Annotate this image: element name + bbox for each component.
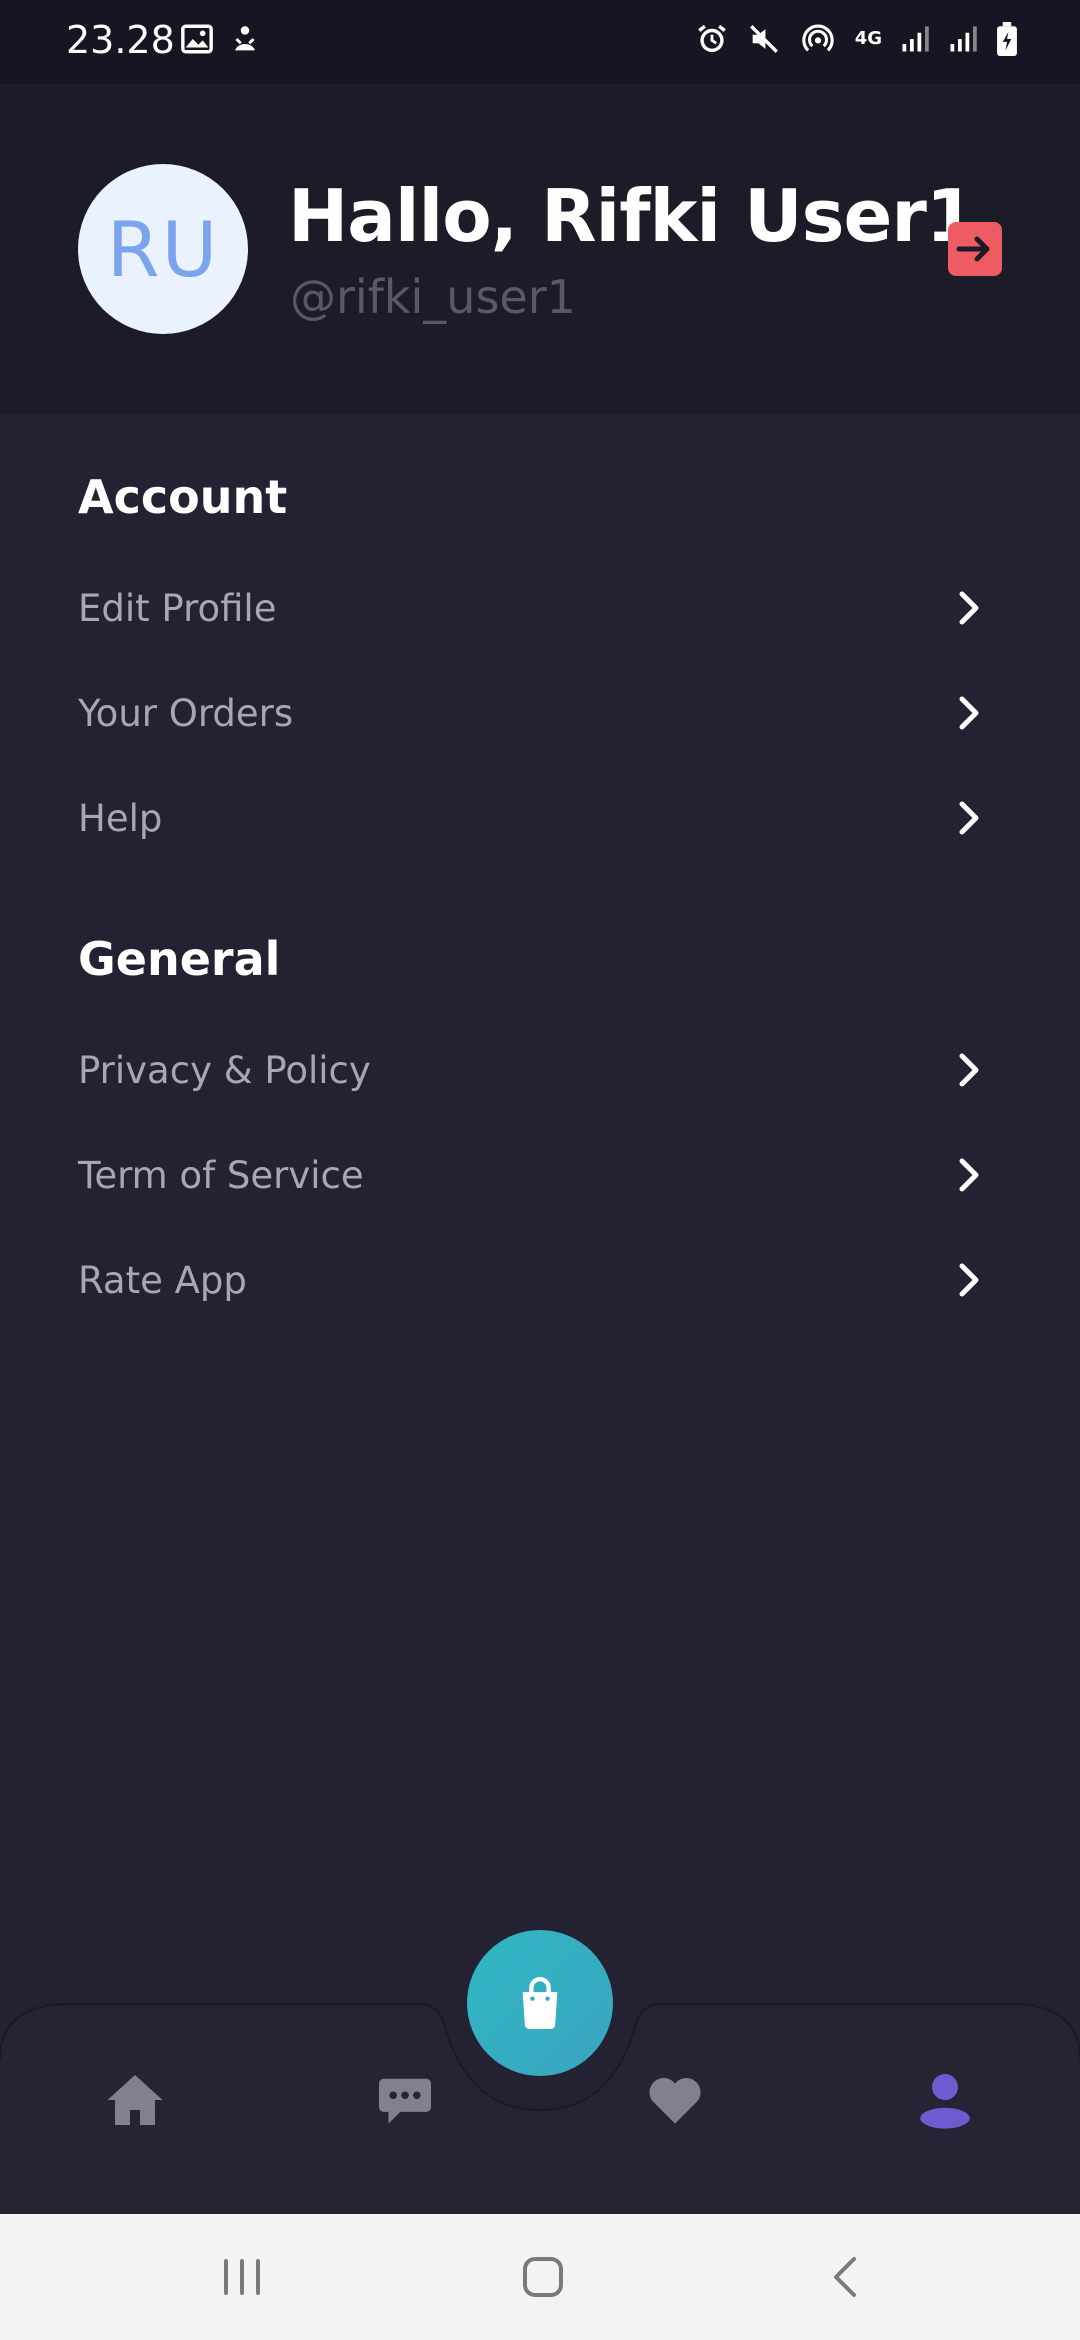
menu-item-privacy-policy[interactable]: Privacy & Policy [0,1018,1080,1122]
chat-icon [379,2078,431,2124]
menu-item-help[interactable]: Help [0,766,1080,870]
alarm-icon [697,24,726,53]
heart-icon [649,2078,701,2124]
chevron-right-icon [959,1158,979,1192]
menu-item-your-orders[interactable]: Your Orders [0,661,1080,765]
greeting-title: Hallo, Rifki User1 [288,174,976,258]
home-square-icon [523,2257,563,2297]
menu-item-term-of-service[interactable]: Term of Service [0,1123,1080,1227]
gallery-icon [181,24,213,54]
system-navigation-bar [0,2214,1080,2340]
mute-icon [749,25,778,53]
nav-chat[interactable] [355,2060,455,2140]
section-title-account: Account [78,470,288,524]
battery-icon [997,22,1017,56]
nav-favorites[interactable] [625,2060,725,2140]
back-icon [834,2257,856,2297]
app-notification-icon [235,26,255,51]
profile-icon [920,2074,970,2129]
recent-apps-icon [224,2259,260,2295]
menu-item-edit-profile[interactable]: Edit Profile [0,556,1080,660]
nav-profile[interactable] [895,2060,995,2140]
chevron-right-icon [959,1263,979,1297]
status-bar: 23.28 4G [0,0,1080,84]
chevron-right-icon [959,591,979,625]
logout-button[interactable] [948,222,1002,276]
home-button[interactable] [513,2252,573,2302]
network-type: 4G [854,28,882,49]
chevron-right-icon [959,801,979,835]
cart-fab-button[interactable] [467,1930,613,2076]
profile-header: RU Hallo, Rifki User1 @rifki_user1 [0,84,1080,414]
menu-item-label: Rate App [78,1258,247,1302]
signal-icon [902,26,929,52]
shopping-bag-icon [522,1977,558,2029]
section-title-general: General [78,932,281,986]
chevron-right-icon [959,1053,979,1087]
username: @rifki_user1 [290,270,576,324]
status-time: 23.28 [66,18,175,62]
avatar: RU [78,164,248,334]
nav-home[interactable] [85,2060,185,2140]
hotspot-icon [801,24,834,52]
menu-item-rate-app[interactable]: Rate App [0,1228,1080,1332]
avatar-initials: RU [106,204,220,294]
menu-item-label: Privacy & Policy [78,1048,371,1092]
chevron-right-icon [959,696,979,730]
menu-item-label: Edit Profile [78,586,277,630]
recent-apps-button[interactable] [212,2252,272,2302]
signal-icon-2 [950,26,977,52]
menu-item-label: Your Orders [78,691,294,735]
home-icon [107,2075,163,2125]
logout-icon [956,236,990,262]
menu-item-label: Help [78,796,163,840]
menu-item-label: Term of Service [78,1153,364,1197]
back-button[interactable] [816,2252,876,2302]
